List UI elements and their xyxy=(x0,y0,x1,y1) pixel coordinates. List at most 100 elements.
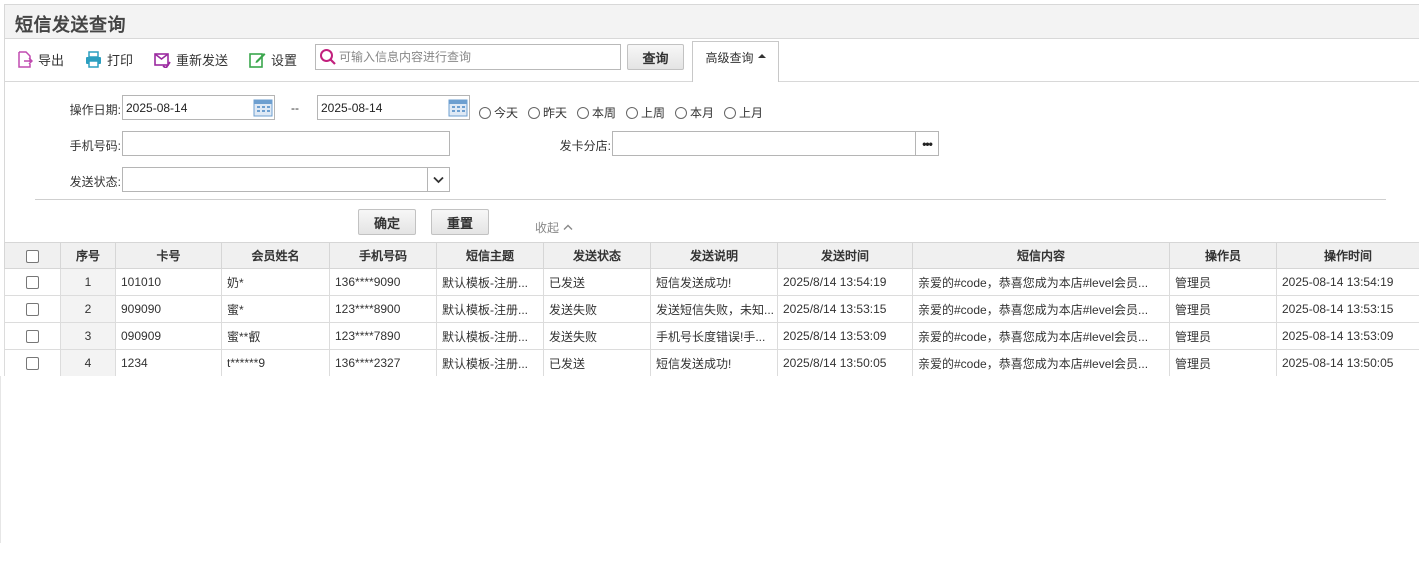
cell: 2025/8/14 13:50:05 xyxy=(777,349,913,377)
cell: 蜜**叡 xyxy=(221,322,330,350)
calendar-icon[interactable] xyxy=(253,98,273,117)
branch-label: 发卡分店: xyxy=(559,139,611,153)
print-button[interactable]: 打印 xyxy=(85,48,133,70)
more-options-button[interactable]: ••• xyxy=(915,131,939,156)
radio-this-month[interactable]: 本月 xyxy=(675,104,714,121)
radio-label: 本周 xyxy=(592,106,617,120)
radio-circle xyxy=(724,106,736,119)
radio-today[interactable]: 今天 xyxy=(479,104,518,121)
radio-yesterday[interactable]: 昨天 xyxy=(528,104,567,121)
resend-label: 重新发送 xyxy=(176,52,229,68)
cell: 短信发送成功! xyxy=(650,268,778,296)
status-label: 发送状态: xyxy=(69,175,121,189)
column-header[interactable]: 操作时间 xyxy=(1276,242,1419,269)
cell: 909090 xyxy=(115,295,222,323)
collapse-toggle[interactable]: 收起 xyxy=(535,219,573,236)
cell: 123****7890 xyxy=(329,322,437,350)
select-all-checkbox[interactable] xyxy=(4,242,61,269)
cell: 3 xyxy=(60,322,116,350)
resend-button[interactable]: 重新发送 xyxy=(154,48,228,70)
settings-button[interactable]: 设置 xyxy=(249,48,297,70)
radio-label: 上周 xyxy=(641,106,666,120)
cell: 蜜* xyxy=(221,295,330,323)
column-header[interactable]: 发送时间 xyxy=(777,242,913,269)
cell: 发送失败 xyxy=(543,322,651,350)
cell: 发送失败 xyxy=(543,295,651,323)
advanced-filter-panel: 操作日期: 2025-08-14 -- 2025-08-14 今天 昨天 本周 … xyxy=(4,82,1419,242)
radio-circle xyxy=(626,106,638,119)
radio-label: 昨天 xyxy=(543,106,568,120)
row-checkbox[interactable] xyxy=(4,295,61,323)
cell: 2 xyxy=(60,295,116,323)
cell: 123****8900 xyxy=(329,295,437,323)
row-checkbox[interactable] xyxy=(4,349,61,377)
radio-last-week[interactable]: 上周 xyxy=(626,104,665,121)
column-header[interactable]: 卡号 xyxy=(115,242,222,269)
search-box xyxy=(315,44,621,70)
cell: 已发送 xyxy=(543,268,651,296)
calendar-icon[interactable] xyxy=(448,98,468,117)
row-checkbox[interactable] xyxy=(4,322,61,350)
radio-circle xyxy=(528,106,540,119)
branch-input[interactable]: ••• xyxy=(612,131,939,156)
cell: 管理员 xyxy=(1169,268,1277,296)
date-to-input[interactable]: 2025-08-14 xyxy=(317,95,470,120)
cell: 管理员 xyxy=(1169,349,1277,377)
status-select[interactable] xyxy=(122,167,450,192)
cell: 136****2327 xyxy=(329,349,437,377)
reset-button[interactable]: 重置 xyxy=(431,209,489,235)
column-header[interactable]: 会员姓名 xyxy=(221,242,330,269)
cell: 090909 xyxy=(115,322,222,350)
confirm-button[interactable]: 确定 xyxy=(358,209,416,235)
radio-circle xyxy=(577,106,589,119)
divider xyxy=(35,199,1386,200)
date-label: 操作日期: xyxy=(69,103,121,117)
search-button[interactable]: 查询 xyxy=(627,44,684,70)
table-row[interactable]: 1 101010 奶* 136****9090 默认模板-注册... 已发送 短… xyxy=(4,268,1419,296)
column-header[interactable]: 序号 xyxy=(60,242,116,269)
tab-advanced-search[interactable]: 高级查询 xyxy=(692,41,779,83)
table-header-row: 序号 卡号 会员姓名 手机号码 短信主题 发送状态 发送说明 发送时间 短信内容… xyxy=(4,242,1419,269)
column-header[interactable]: 手机号码 xyxy=(329,242,437,269)
column-header[interactable]: 短信主题 xyxy=(436,242,544,269)
cell: 101010 xyxy=(115,268,222,296)
chevron-down-icon[interactable] xyxy=(427,167,450,192)
export-button[interactable]: 导出 xyxy=(16,48,64,70)
cell: 短信发送成功! xyxy=(650,349,778,377)
cell: 2025-08-14 13:54:19 xyxy=(1276,268,1419,296)
date-from-input[interactable]: 2025-08-14 xyxy=(122,95,275,120)
column-header[interactable]: 操作员 xyxy=(1169,242,1277,269)
row-checkbox[interactable] xyxy=(4,268,61,296)
date-to-value: 2025-08-14 xyxy=(321,100,383,115)
cell: t******9 xyxy=(221,349,330,377)
radio-label: 本月 xyxy=(690,106,715,120)
column-header[interactable]: 发送状态 xyxy=(543,242,651,269)
export-icon xyxy=(16,50,33,68)
column-header[interactable]: 短信内容 xyxy=(912,242,1170,269)
table-row[interactable]: 4 1234 t******9 136****2327 默认模板-注册... 已… xyxy=(4,349,1419,377)
phone-input[interactable] xyxy=(122,131,450,156)
radio-last-month[interactable]: 上月 xyxy=(724,104,763,121)
cell: 手机号长度错误!手... xyxy=(650,322,778,350)
cell: 亲爱的#code，恭喜您成为本店#level会员... xyxy=(912,349,1170,377)
cell: 2025/8/14 13:53:09 xyxy=(777,322,913,350)
print-label: 打印 xyxy=(107,52,134,68)
radio-this-week[interactable]: 本周 xyxy=(577,104,616,121)
grid-empty-area xyxy=(0,376,1419,544)
radio-circle xyxy=(479,106,491,119)
edit-settings-icon xyxy=(249,51,266,68)
table-row[interactable]: 2 909090 蜜* 123****8900 默认模板-注册... 发送失败 … xyxy=(4,295,1419,323)
chevron-up-icon xyxy=(563,224,573,230)
cell: 亲爱的#code，恭喜您成为本店#level会员... xyxy=(912,295,1170,323)
resend-icon xyxy=(154,51,171,68)
cell: 发送短信失败，未知... xyxy=(650,295,778,323)
cell: 136****9090 xyxy=(329,268,437,296)
cell: 1234 xyxy=(115,349,222,377)
advanced-search-label: 高级查询 xyxy=(705,51,754,65)
cell: 默认模板-注册... xyxy=(436,349,544,377)
table-row[interactable]: 3 090909 蜜**叡 123****7890 默认模板-注册... 发送失… xyxy=(4,322,1419,350)
search-input[interactable] xyxy=(339,48,617,66)
column-header[interactable]: 发送说明 xyxy=(650,242,778,269)
cell: 管理员 xyxy=(1169,322,1277,350)
printer-icon xyxy=(85,50,102,68)
